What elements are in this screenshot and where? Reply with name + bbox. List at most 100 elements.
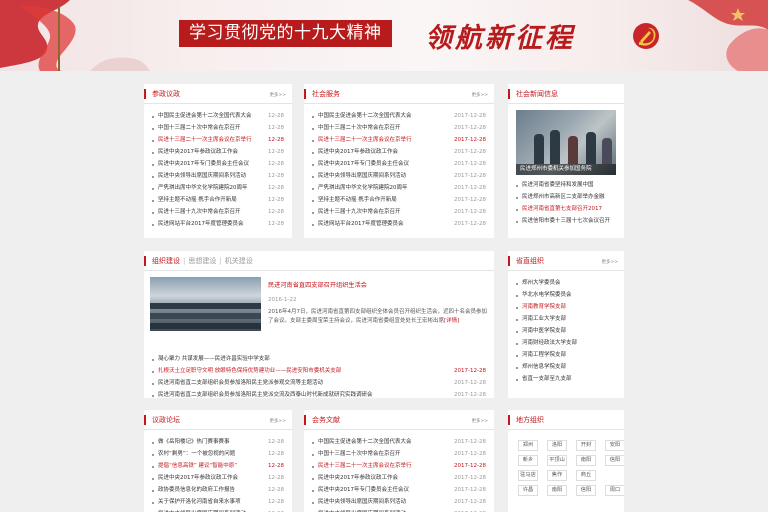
list-item[interactable]: 中国十三届二十次中常会在京召开 2017-12-28	[312, 122, 486, 134]
panel-tabs: 组织建设 | 思想建设 | 机关建设	[144, 256, 253, 266]
list-item[interactable]: 民进河南省委坚持和发展中国	[516, 179, 616, 191]
list-item[interactable]: 中国民主促进会第十二次全国代表大会 2017-12-28	[312, 436, 486, 448]
list-item[interactable]: 民进河南省直二支部组织会员参加洛阳民主党派参观交流等主题活动 2017-12-28	[152, 377, 486, 389]
list-item[interactable]: 民进十三届十九次中常会在京召开 2017-12-28	[312, 206, 486, 218]
list-item[interactable]: 农村“剩男”：一个被忽视的问题 12-28	[152, 448, 284, 460]
city-tag[interactable]: 南阳	[576, 455, 596, 466]
more-link[interactable]: 更多>>	[601, 259, 618, 265]
org-item[interactable]: 郑州大学委员会	[516, 277, 616, 289]
tab-jiguan[interactable]: 机关建设	[225, 257, 253, 265]
list-item[interactable]: 扎根沃土立足职守文明 放眼特色保持优势建功业——民进安阳市委机关支部 2017-1…	[152, 365, 486, 377]
panel-title: 社会新闻信息	[508, 89, 558, 99]
list-item[interactable]: 坚持主题不动摇 携手合作开新局 12-28	[152, 194, 284, 206]
list-item[interactable]: 提倡“信息高铁” 建议“智能中原” 12-28	[152, 460, 284, 472]
list-item-date: 2017-12-28	[451, 496, 486, 508]
list-item[interactable]: 政协委员信息化的政府工作报告 12-28	[152, 484, 284, 496]
list-item-text: 民进中央领导出席国庆期间系列活动	[158, 508, 246, 512]
list-item-text: 民进河南省直二支部组织会员参加洛阳民主党派参观交流等主题活动	[158, 380, 324, 386]
list-item[interactable]: 民进信阳市委十三届十七次会议召开	[516, 215, 616, 227]
org-item[interactable]: 河南财经政法大学支部	[516, 337, 616, 349]
city-tag[interactable]: 开封	[576, 440, 596, 451]
city-tag[interactable]: 焦作	[547, 470, 567, 481]
list-item[interactable]: 民进郑州市高新区二支部举办金融	[516, 191, 616, 203]
list-item-date: 2017-12-28	[451, 122, 486, 134]
city-tag[interactable]: 新乡	[518, 455, 538, 466]
more-link[interactable]: 更多>>	[269, 418, 286, 424]
list-item[interactable]: 凝心聚力 共谋发展——民进许昌实验中学支部	[152, 353, 486, 365]
list-item[interactable]: 民进中央领导出席国庆期间系列活动 2017-12-28	[312, 496, 486, 508]
city-tag[interactable]: 郑州	[518, 440, 538, 451]
list-item[interactable]: 做《岳阳楼记》热门赛事赛事 12-28	[152, 436, 284, 448]
list-item[interactable]: 民进中央领导出席国庆期间系列活动 2017-12-28	[312, 508, 486, 512]
list-item[interactable]: 民进十三届二十一次主席会议在京举行 2017-12-28	[312, 460, 486, 472]
list-item[interactable]: 民进网站平台2017年度管理委员会 12-28	[152, 218, 284, 230]
list-item[interactable]: 民进中央领导出席国庆期间系列活动 2017-12-28	[312, 170, 486, 182]
org-item[interactable]: 河南中医学院支部	[516, 325, 616, 337]
list-item-text: 中国民主促进会第十二次全国代表大会	[318, 439, 412, 445]
list-item[interactable]: 民进中央2017年专门委员会主任会议 12-28	[152, 158, 284, 170]
org-item[interactable]: 省直一支部至九支部	[516, 373, 616, 385]
tab-zuzhi[interactable]: 组织建设	[152, 257, 180, 265]
list-item-text: 中国民主促进会第十二次全国代表大会	[318, 113, 412, 119]
list-item-date: 12-28	[265, 448, 284, 460]
org-item[interactable]: 河南教育学院支部	[516, 301, 616, 313]
tab-sixiang[interactable]: 思想建设	[188, 257, 216, 265]
list-item[interactable]: 民进河南省直第七支部召开2017	[516, 203, 616, 215]
list-item[interactable]: 民进十三届二十一次主席会议在京举行 2017-12-28	[312, 134, 486, 146]
photo-row	[150, 303, 261, 309]
list-item[interactable]: 民进中央领导出席国庆期间系列活动 12-28	[152, 170, 284, 182]
list-item[interactable]: 民进中央领导出席国庆期间系列活动 12-28	[152, 508, 284, 512]
more-link[interactable]: 更多>>	[471, 418, 488, 424]
city-tag[interactable]: 洛阳	[547, 440, 567, 451]
list-item-date: 2017-12-28	[451, 170, 486, 182]
list-item[interactable]: 民进中央2017年参政议政工作会 2017-12-28	[312, 472, 486, 484]
top-banner: 学习贯彻党的十九大精神 领航新征程	[0, 0, 768, 71]
city-tag[interactable]: 驻马店	[518, 470, 538, 481]
city-tag[interactable]: 许昌	[518, 485, 538, 496]
org-item[interactable]: 河南工程学院支部	[516, 349, 616, 361]
list-item[interactable]: 民进中央2017年参政议政工作会 12-28	[152, 472, 284, 484]
more-link[interactable]: 更多>>	[471, 92, 488, 98]
city-tag[interactable]: 周口	[605, 485, 624, 496]
city-tag[interactable]: 安阳	[605, 440, 624, 451]
list-item[interactable]: 关于保护开洛化河南省自来水事项 12-28	[152, 496, 284, 508]
panel-title: 议政论坛	[144, 415, 180, 425]
list-item[interactable]: 民进中央2017年参政议政工作会 12-28	[152, 146, 284, 158]
list-item[interactable]: 民进中央2017年参政议政工作会 2017-12-28	[312, 146, 486, 158]
org-item[interactable]: 河南工业大学支部	[516, 313, 616, 325]
city-tag[interactable]: 信阳	[605, 455, 624, 466]
list-item[interactable]: 民进网站平台2017年度管理委员会 2017-12-28	[312, 218, 486, 230]
org-item[interactable]: 郑州信息学院支部	[516, 361, 616, 373]
list-item-text: 民进十三届十九次中常会在京召开	[318, 209, 401, 215]
city-tag[interactable]: 信阳	[576, 485, 596, 496]
news-photo[interactable]: 民进郑州市委机关参加国务院	[516, 110, 616, 175]
list-item-text: 民进河南省委坚持和发展中国	[522, 182, 594, 188]
city-tag[interactable]: 商丘	[576, 470, 596, 481]
city-tag[interactable]: 平顶山	[547, 455, 567, 466]
panel-header: 议政论坛 更多>>	[144, 410, 292, 430]
list-item[interactable]: 严隽琪出席中华文化学院建院20周年 2017-12-28	[312, 182, 486, 194]
list-item[interactable]: 民进河南省直二支部组织会员参加洛阳民主党派交流及西泰山时代新成就研究实践调研会 2…	[152, 389, 486, 398]
detail-link[interactable]: [详情]	[444, 318, 459, 324]
more-link[interactable]: 更多>>	[269, 92, 286, 98]
panel-huiwu: 会务文献 更多>> 中国民主促进会第十二次全国代表大会 2017-12-28 中国十…	[304, 410, 494, 512]
list-item[interactable]: 民进中央2017年专门委员会主任会议 2017-12-28	[312, 158, 486, 170]
list-item[interactable]: 中国十三届二十次中常会在京召开 12-28	[152, 122, 284, 134]
list-item[interactable]: 中国十三届二十次中常会在京召开 2017-12-28	[312, 448, 486, 460]
list-item[interactable]: 严隽琪出席中华文化学院建院20周年 12-28	[152, 182, 284, 194]
list-item[interactable]: 民进十三届二十一次主席会议在京举行 12-28	[152, 134, 284, 146]
list-item[interactable]: 中国民主促进会第十二次全国代表大会 2017-12-28	[312, 110, 486, 122]
list-item-text: 民进十三届二十一次主席会议在京举行	[318, 137, 412, 143]
city-tag[interactable]: 南阳	[547, 485, 567, 496]
list-item[interactable]: 民进十三届十九次中常会在京召开 12-28	[152, 206, 284, 218]
feature-title[interactable]: 民进河南省直四支部召开组织生活会	[268, 280, 367, 289]
list-item[interactable]: 中国民主促进会第十二次全国代表大会 12-28	[152, 110, 284, 122]
list-item[interactable]: 坚持主题不动摇 携手合作开新局 2017-12-28	[312, 194, 486, 206]
list-item[interactable]: 民进中央2017年专门委员会主任会议 2017-12-28	[312, 484, 486, 496]
org-item-text: 华北水电学院委员会	[522, 292, 572, 298]
list-item-text: 坚持主题不动摇 携手合作开新局	[158, 197, 237, 203]
org-item[interactable]: 华北水电学院委员会	[516, 289, 616, 301]
list-item-text: 民进信阳市委十三届十七次会议召开	[522, 218, 611, 224]
feature-photo[interactable]	[150, 277, 261, 331]
news-list: 中国民主促进会第十二次全国代表大会 2017-12-28 中国十三届二十次中常会在京…	[304, 430, 494, 512]
